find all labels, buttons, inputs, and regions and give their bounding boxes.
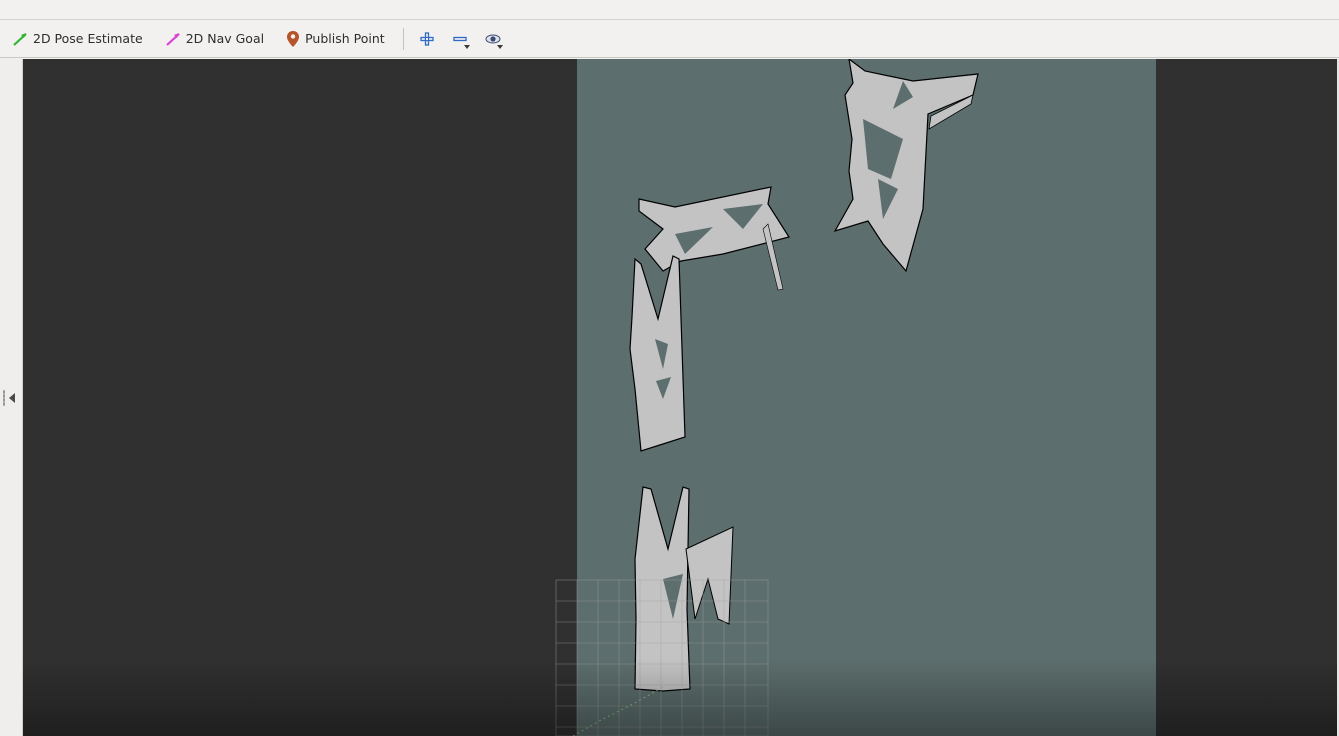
rviz-toolbar: 2D Pose Estimate 2D Nav Goal Publish Poi…: [0, 20, 1339, 58]
3d-render-viewport[interactable]: [23, 59, 1337, 736]
zoom-in-button[interactable]: [413, 24, 441, 54]
panel-grip[interactable]: [3, 390, 5, 406]
nav-goal-tool[interactable]: 2D Nav Goal: [161, 24, 268, 54]
publish-point-label: Publish Point: [305, 31, 385, 46]
green-arrow-icon: [13, 32, 27, 46]
zoom-out-icon: [453, 36, 467, 41]
publish-point-tool[interactable]: Publish Point: [282, 24, 389, 54]
collapsed-side-panel[interactable]: [0, 59, 23, 736]
window-titlebar: [0, 0, 1339, 20]
map-pin-icon: [287, 30, 300, 47]
view-options-button[interactable]: [479, 24, 507, 54]
collapse-arrow-icon[interactable]: [9, 393, 15, 403]
zoom-out-button[interactable]: [446, 24, 474, 54]
chevron-down-icon: [463, 44, 470, 49]
eye-icon: [485, 34, 501, 43]
chevron-down-icon: [496, 44, 503, 49]
nav-goal-label: 2D Nav Goal: [185, 31, 265, 46]
pose-estimate-label: 2D Pose Estimate: [33, 31, 143, 46]
toolbar-separator: [402, 27, 404, 50]
zoom-in-icon: [420, 31, 434, 46]
map-render[interactable]: [23, 59, 1337, 736]
pose-estimate-tool[interactable]: 2D Pose Estimate: [8, 24, 147, 54]
magenta-arrow-icon: [165, 32, 180, 46]
